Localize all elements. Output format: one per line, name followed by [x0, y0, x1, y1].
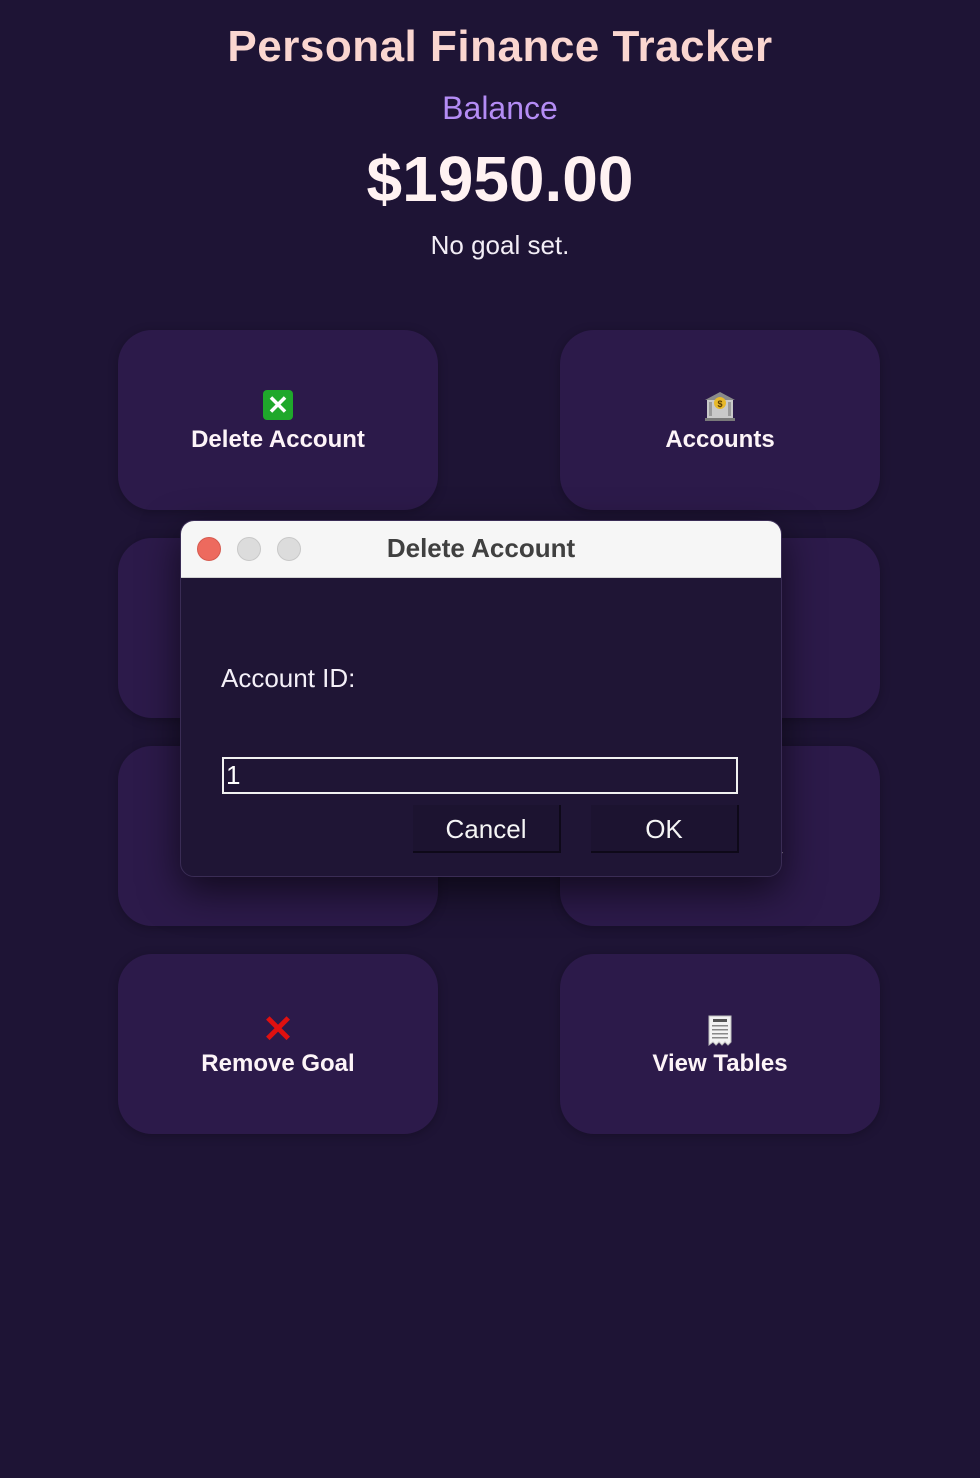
tile-label: Remove Goal — [201, 1050, 355, 1077]
cancel-button[interactable]: Cancel — [413, 805, 561, 853]
receipt-icon — [560, 1014, 880, 1046]
cross-mark-icon: ✕ — [262, 1009, 294, 1051]
dialog-title: Delete Account — [386, 533, 576, 563]
tile-label: View Tables — [652, 1050, 788, 1077]
remove-goal-button[interactable]: ✕ Remove Goal — [118, 954, 438, 1134]
cross-mark-button-icon: ✕ — [118, 390, 438, 422]
dialog-titlebar[interactable]: Delete Account — [181, 521, 781, 578]
page-title: Personal Finance Tracker — [227, 22, 773, 71]
accounts-button[interactable]: $ Accounts — [560, 330, 880, 510]
svg-text:$: $ — [717, 399, 722, 409]
delete-account-dialog: Delete Account Account ID: Cancel OK — [180, 520, 782, 877]
balance-amount: $1950.00 — [366, 143, 634, 215]
tile-label: Delete Account — [191, 426, 365, 453]
account-id-label: Account ID: — [221, 663, 356, 693]
bank-icon: $ — [560, 390, 880, 422]
goal-status: No goal set. — [430, 230, 570, 260]
tile-label: Accounts — [665, 426, 775, 453]
ok-button[interactable]: OK — [591, 805, 739, 853]
delete-account-button[interactable]: ✕ Delete Account — [118, 330, 438, 510]
account-id-input[interactable] — [222, 757, 738, 794]
balance-label: Balance — [442, 90, 558, 126]
view-tables-button[interactable]: View Tables — [560, 954, 880, 1134]
